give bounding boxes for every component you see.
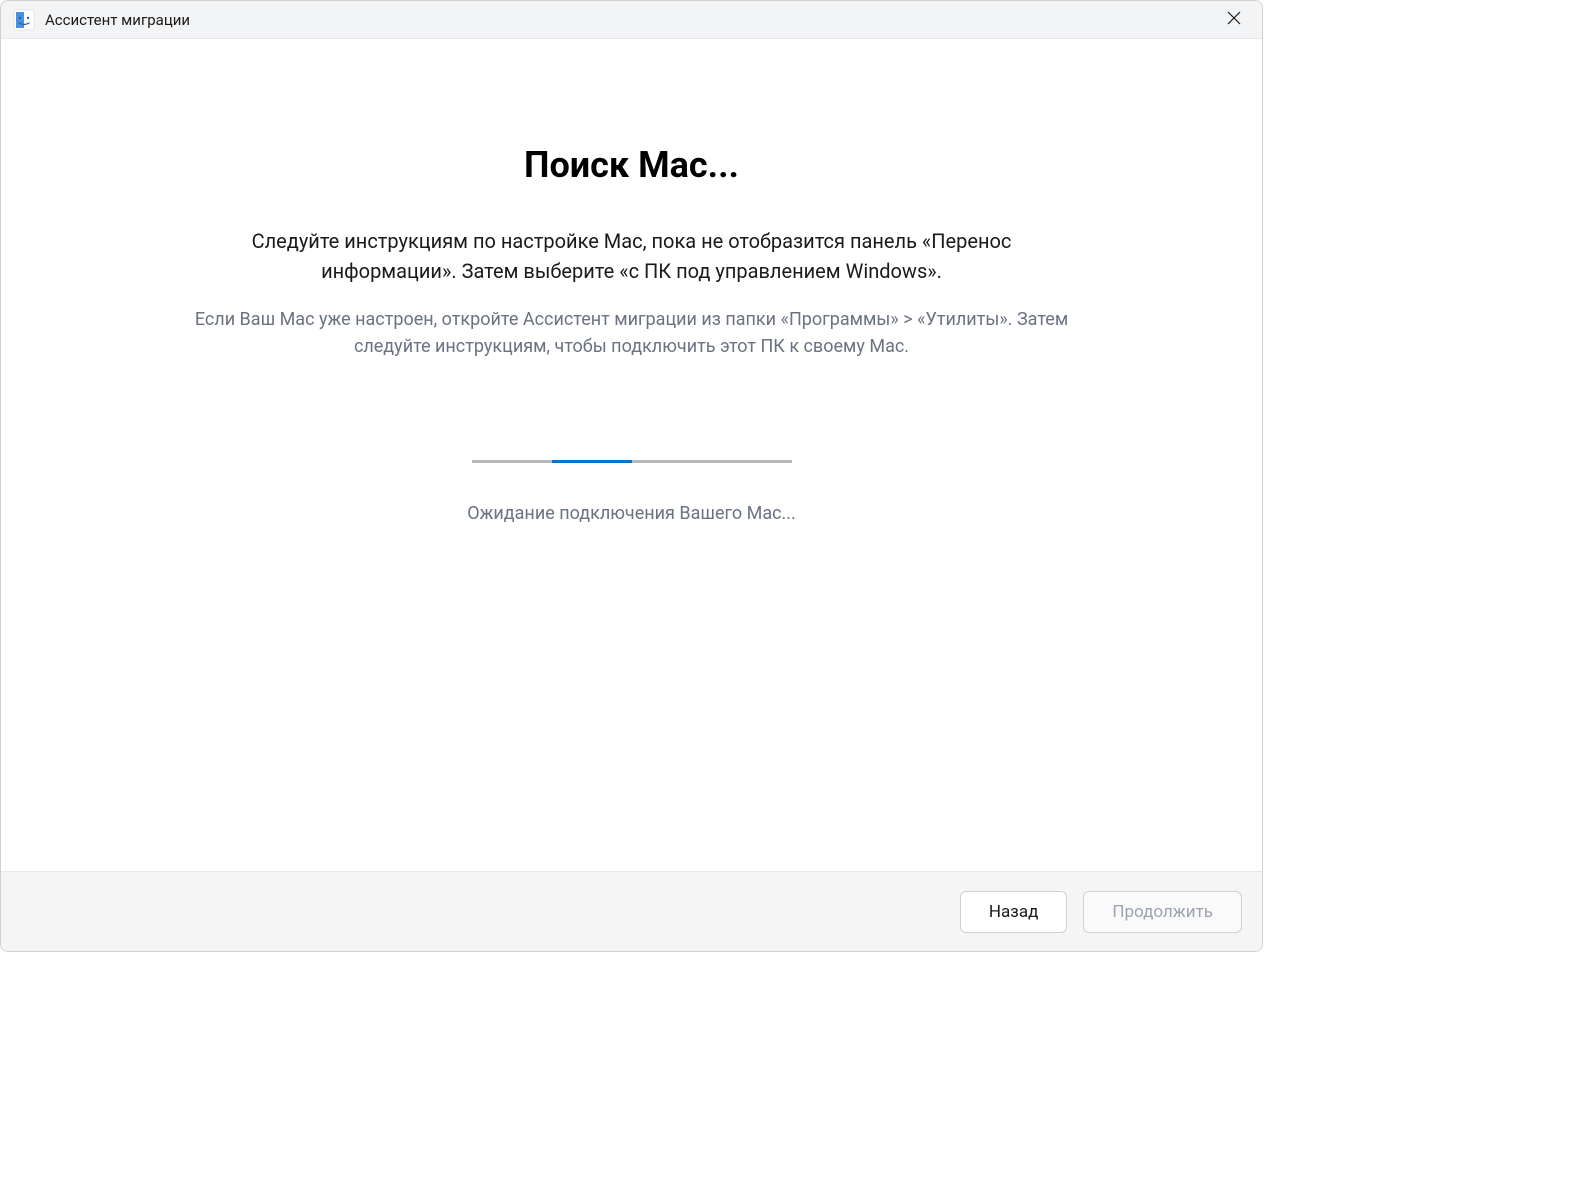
page-heading: Поиск Mac... (524, 144, 739, 186)
titlebar: Ассистент миграции (1, 1, 1262, 39)
continue-button[interactable]: Продолжить (1083, 891, 1242, 933)
titlebar-left: Ассистент миграции (13, 9, 190, 31)
content: Поиск Mac... Следуйте инструкциям по нас… (1, 39, 1262, 871)
app-title: Ассистент миграции (45, 11, 190, 29)
window: Ассистент миграции Поиск Mac... Следуйте… (0, 0, 1263, 952)
progress-bar-track (472, 460, 792, 463)
footer: Назад Продолжить (1, 871, 1262, 951)
instruction-text: Следуйте инструкциям по настройке Mac, п… (182, 226, 1082, 286)
close-icon (1227, 11, 1241, 28)
progress-bar-fill (552, 460, 632, 463)
status-text: Ожидание подключения Вашего Mac... (467, 503, 796, 524)
back-button[interactable]: Назад (960, 891, 1068, 933)
migration-assistant-icon (13, 9, 35, 31)
subinstruction-text: Если Ваш Mac уже настроен, откройте Асси… (182, 306, 1082, 360)
close-button[interactable] (1214, 4, 1254, 36)
